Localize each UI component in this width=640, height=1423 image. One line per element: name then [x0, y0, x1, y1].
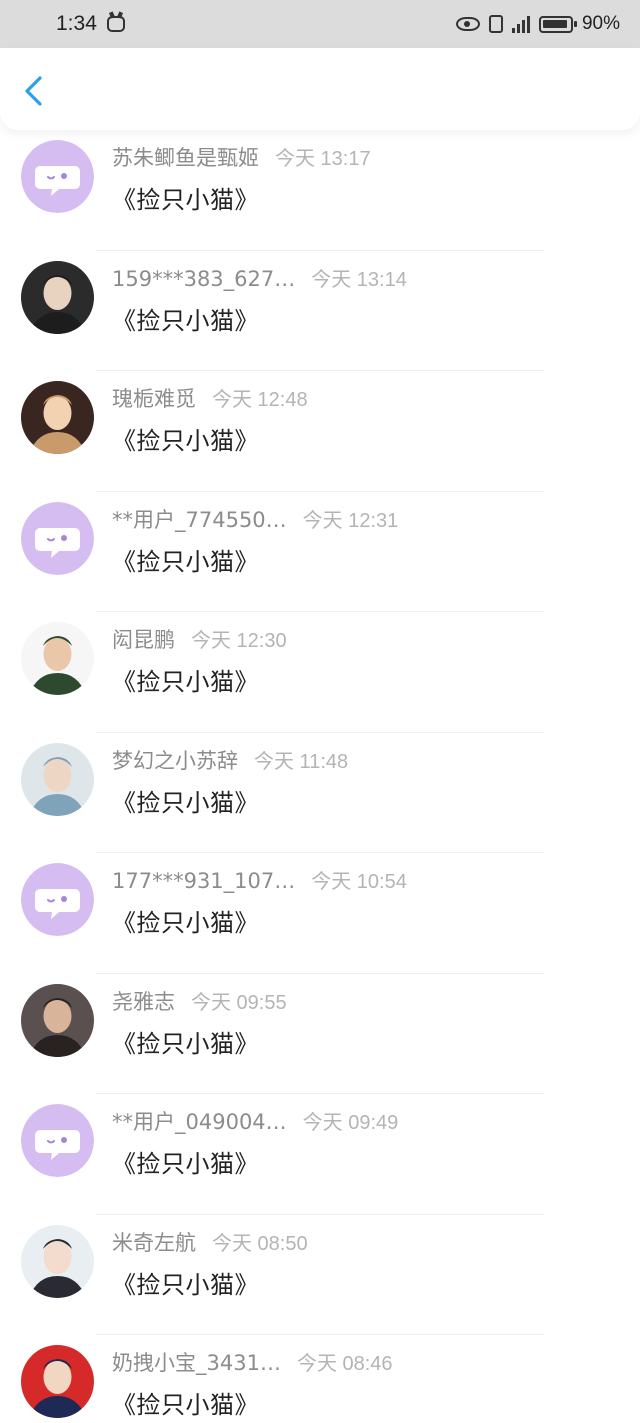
message-item[interactable]: 尧雅志 今天 09:55 《捡只小猫》 — [0, 974, 640, 1094]
user-photo-icon — [21, 260, 94, 334]
sender-name[interactable]: 苏朱鲫鱼是甄姬 — [112, 142, 259, 172]
signal-icon — [511, 15, 530, 33]
message-time: 今天 09:49 — [302, 1112, 399, 1134]
message-time: 今天 12:48 — [212, 389, 308, 411]
message-time: 今天 12:31 — [302, 509, 399, 532]
chat-bubble-icon — [21, 1104, 94, 1177]
user-avatar[interactable] — [21, 983, 94, 1057]
back-button[interactable] — [18, 74, 52, 108]
chat-bubble-icon — [21, 863, 94, 936]
message-meta: **用户_049004… 今天 09:49 — [112, 1106, 398, 1136]
message-text: 《捡只小猫》 — [112, 1150, 259, 1178]
sender-name[interactable]: 梦幻之小苏辞 — [112, 745, 238, 775]
message-time: 今天 12:30 — [191, 630, 287, 652]
message-time: 今天 13:14 — [311, 268, 407, 291]
message-item[interactable]: **用户_049004… 今天 09:49 《捡只小猫》 — [0, 1094, 640, 1215]
message-item[interactable]: 159***383_627… 今天 13:14 《捡只小猫》 — [0, 251, 640, 371]
user-avatar[interactable] — [21, 622, 94, 695]
vibrate-icon — [488, 15, 503, 33]
message-meta: 瑰栀难觅 今天 12:48 — [112, 383, 308, 413]
battery-icon — [538, 15, 577, 33]
message-meta: 米奇左航 今天 08:50 — [112, 1227, 308, 1257]
message-text: 《捡只小猫》 — [112, 788, 259, 817]
user-photo-icon — [21, 983, 94, 1057]
sender-name[interactable]: 177***931_107… — [112, 869, 295, 893]
message-meta: 奶拽小宝_3431… 今天 08:46 — [112, 1347, 393, 1377]
user-avatar[interactable] — [21, 1224, 94, 1298]
message-text: 《捡只小猫》 — [112, 306, 259, 335]
sender-name[interactable]: 尧雅志 — [112, 986, 175, 1016]
eye-icon — [455, 17, 480, 31]
message-item[interactable]: 奶拽小宝_3431… 今天 08:46 《捡只小猫》 — [0, 1335, 640, 1423]
user-avatar[interactable] — [21, 260, 94, 334]
message-time: 今天 08:46 — [296, 1353, 393, 1375]
top-nav-bar — [0, 48, 640, 130]
message-meta: **用户_774550… 今天 12:31 — [112, 504, 398, 534]
message-text: 《捡只小猫》 — [112, 186, 259, 214]
message-text: 《捡只小猫》 — [112, 427, 259, 455]
message-item[interactable]: 瑰栀难觅 今天 12:48 《捡只小猫》 — [0, 371, 640, 492]
message-time: 今天 09:55 — [191, 991, 287, 1014]
message-meta: 尧雅志 今天 09:55 — [112, 986, 287, 1016]
chat-bubble-icon — [21, 140, 94, 213]
message-item[interactable]: 177***931_107… 今天 10:54 《捡只小猫》 — [0, 853, 640, 974]
message-meta: 闳昆鹏 今天 12:30 — [112, 624, 287, 654]
message-text: 《捡只小猫》 — [112, 668, 259, 696]
message-text: 《捡只小猫》 — [112, 909, 259, 937]
notification-app-icon — [106, 16, 125, 32]
message-item[interactable]: 米奇左航 今天 08:50 《捡只小猫》 — [0, 1215, 640, 1335]
sender-name[interactable]: 159***383_627… — [112, 267, 295, 291]
default-chat-avatar[interactable] — [21, 1104, 94, 1177]
user-photo-icon — [21, 1345, 94, 1418]
message-time: 今天 08:50 — [212, 1232, 308, 1255]
status-time: 1:34 — [56, 12, 97, 35]
user-photo-icon — [21, 742, 94, 816]
message-time: 今天 13:17 — [275, 148, 371, 170]
message-meta: 159***383_627… 今天 13:14 — [112, 263, 407, 292]
message-text: 《捡只小猫》 — [112, 547, 259, 576]
user-photo-icon — [21, 622, 94, 695]
message-item[interactable]: 梦幻之小苏辞 今天 11:48 《捡只小猫》 — [0, 733, 640, 853]
default-chat-avatar[interactable] — [21, 863, 94, 936]
message-item[interactable]: **用户_774550… 今天 12:31 《捡只小猫》 — [0, 492, 640, 612]
message-text: 《捡只小猫》 — [112, 1029, 259, 1058]
default-chat-avatar[interactable] — [21, 140, 94, 213]
sender-name[interactable]: 闳昆鹏 — [112, 624, 175, 654]
sender-name[interactable]: 米奇左航 — [112, 1227, 196, 1257]
user-avatar[interactable] — [21, 742, 94, 816]
default-chat-avatar[interactable] — [21, 501, 94, 575]
status-icons: 90% — [455, 13, 620, 35]
message-item[interactable]: 闳昆鹏 今天 12:30 《捡只小猫》 — [0, 612, 640, 733]
message-text: 《捡只小猫》 — [112, 1391, 259, 1419]
user-avatar[interactable] — [21, 381, 94, 454]
sender-name[interactable]: **用户_049004… — [112, 1106, 287, 1136]
user-photo-icon — [21, 1224, 94, 1298]
battery-percent: 90% — [581, 13, 620, 34]
status-bar: 1:34 90% — [0, 0, 640, 48]
message-meta: 梦幻之小苏辞 今天 11:48 — [112, 745, 348, 775]
sender-name[interactable]: 奶拽小宝_3431… — [112, 1347, 281, 1377]
message-time: 今天 10:54 — [311, 871, 407, 893]
sender-name[interactable]: 瑰栀难觅 — [112, 383, 196, 413]
message-time: 今天 11:48 — [254, 750, 349, 773]
user-avatar[interactable] — [21, 1345, 94, 1418]
message-item[interactable]: 苏朱鲫鱼是甄姬 今天 13:17 《捡只小猫》 — [0, 130, 640, 251]
chat-bubble-icon — [21, 501, 94, 575]
chevron-left-icon — [25, 76, 42, 106]
message-list: 苏朱鲫鱼是甄姬 今天 13:17 《捡只小猫》 159***383_627… 今天 13… — [0, 130, 640, 1423]
message-meta: 177***931_107… 今天 10:54 — [112, 865, 407, 894]
message-meta: 苏朱鲫鱼是甄姬 今天 13:17 — [112, 142, 371, 172]
message-text: 《捡只小猫》 — [112, 1270, 259, 1299]
user-photo-icon — [21, 381, 94, 454]
sender-name[interactable]: **用户_774550… — [112, 504, 287, 534]
